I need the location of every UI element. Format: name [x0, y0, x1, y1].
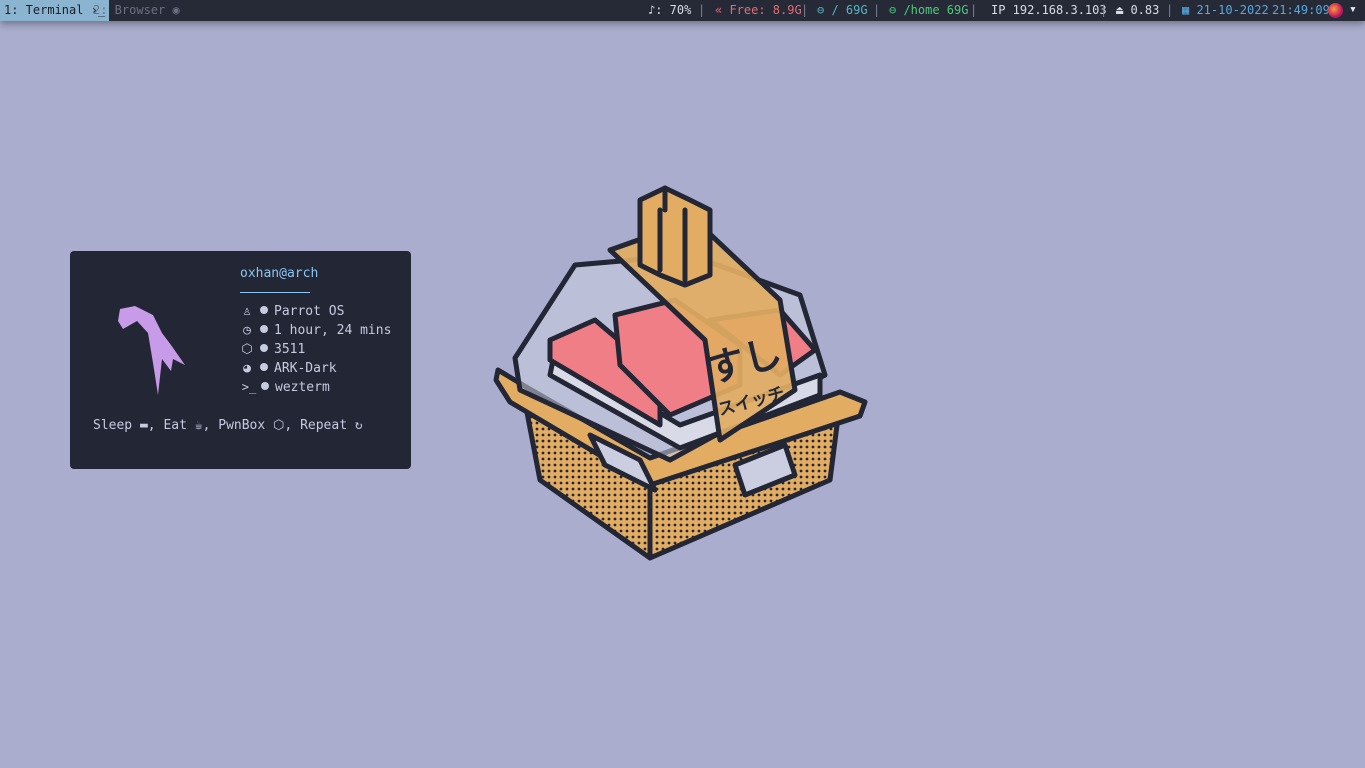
separator: | [1166, 3, 1174, 17]
coffee-icon: ☕ [194, 418, 203, 433]
packages-value: 3511 [274, 342, 306, 357]
motto-repeat: Repeat [300, 418, 348, 433]
motto-line: Sleep ▬, Eat ☕, PwnBox ⬡, Repeat ↻ [93, 418, 363, 433]
uptime-value: 1 hour, 24 mins [274, 323, 392, 338]
bullet [260, 306, 268, 314]
motto-sleep: Sleep [93, 418, 133, 433]
top-bar: 1: Terminal ›_ 2: Browser ◉ ♪: 70% | « F… [0, 0, 1365, 21]
package-icon: ⬡ [241, 342, 253, 357]
motto-eat: Eat [163, 418, 187, 433]
separator: | [801, 3, 809, 17]
bullet [260, 325, 268, 333]
firefox-tray-icon[interactable] [1328, 3, 1343, 18]
fetch-terminal-row: >_ wezterm [240, 380, 330, 395]
volume-indicator[interactable]: ♪: 70% [648, 0, 691, 21]
fetch-username: oxhan@arch [240, 266, 319, 281]
clock[interactable]: 21:49:09 [1272, 0, 1330, 21]
motto-pwnbox: PwnBox [218, 418, 266, 433]
linux-penguin-icon: ♙ [243, 304, 251, 319]
bullet [260, 344, 268, 352]
stopwatch-icon: ◷ [243, 323, 251, 338]
cube-icon: ⬡ [273, 418, 285, 433]
username-underline [240, 292, 310, 293]
date-indicator: ▦ 21-10-2022 [1182, 3, 1269, 17]
ip-indicator: IP 192.168.3.103 [991, 3, 1107, 17]
fetch-theme-row: ◕ ARK-Dark [240, 361, 337, 376]
load-indicator: ⏏ 0.83 [1116, 3, 1160, 17]
palette-icon: ◕ [243, 361, 251, 376]
terminal-prompt-icon: >_ [241, 380, 257, 394]
terminal-value: wezterm [275, 380, 330, 395]
sushi-switch-wallpaper: すし スイッチ [493, 185, 868, 561]
workspace-2-browser[interactable]: 2: Browser ◉ [89, 0, 184, 21]
parrot-logo-icon [118, 306, 185, 395]
bullet [261, 382, 269, 390]
memory-indicator: « Free: 8.9G [715, 3, 802, 17]
separator: | [698, 3, 706, 17]
repeat-icon: ↻ [354, 418, 363, 433]
os-value: Parrot OS [274, 304, 345, 319]
fetch-packages-row: ⬡ 3511 [240, 342, 305, 357]
bullet [260, 363, 268, 371]
separator: | [970, 3, 978, 17]
fetch-uptime-row: ◷ 1 hour, 24 mins [240, 323, 391, 338]
root-disk-indicator: ⊖ / 69G [817, 3, 868, 17]
separator: | [1100, 3, 1108, 17]
fetch-os-row: ♙ Parrot OS [240, 304, 344, 319]
separator: | [873, 3, 881, 17]
theme-value: ARK-Dark [274, 361, 337, 376]
home-disk-indicator: ⊖ /home 69G [889, 3, 969, 17]
bed-icon: ▬ [139, 418, 148, 433]
wifi-icon[interactable]: ▾ [1349, 0, 1357, 20]
